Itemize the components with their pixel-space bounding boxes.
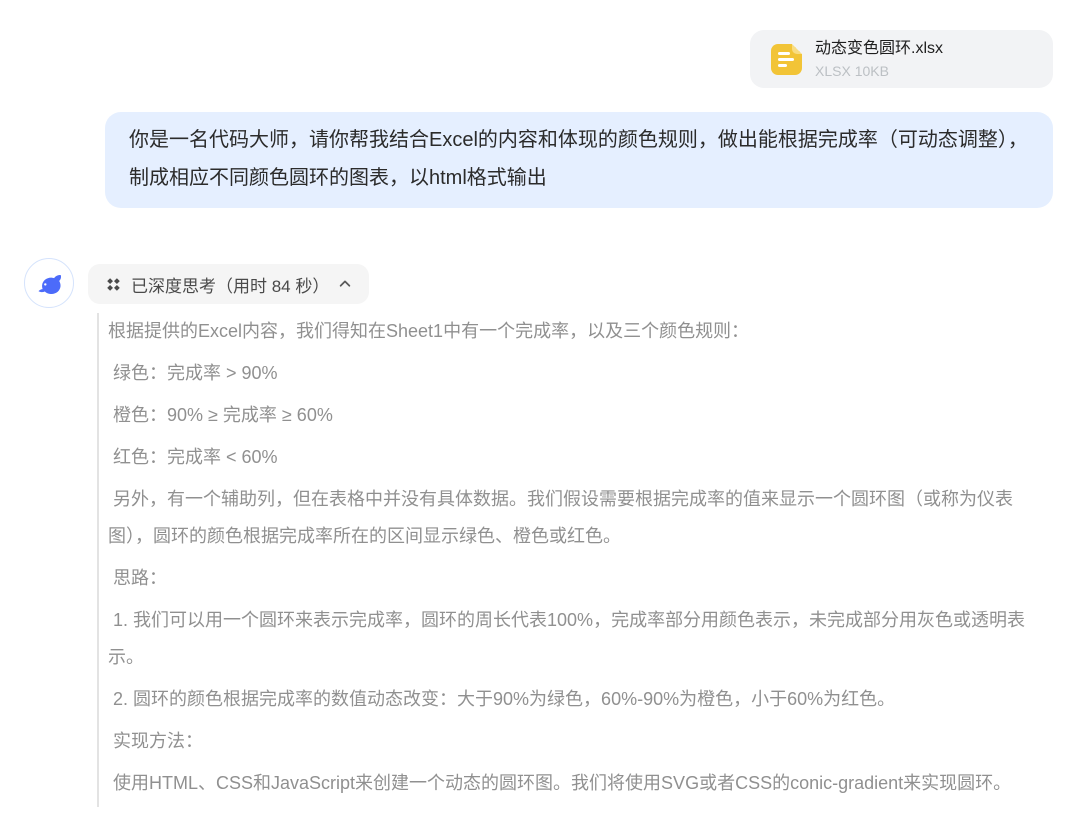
attachment-card[interactable]: 动态变色圆环.xlsx XLSX 10KB	[750, 30, 1053, 88]
user-message-text: 你是一名代码大师，请你帮我结合Excel的内容和体现的颜色规则，做出能根据完成率…	[129, 129, 1028, 189]
deep-think-label: 已深度思考（用时 84 秒）	[131, 272, 329, 297]
chevron-up-icon	[338, 277, 352, 291]
thinking-paragraph: 绿色：完成率 > 90%	[108, 355, 1028, 392]
thinking-paragraph: 使用HTML、CSS和JavaScript来创建一个动态的圆环图。我们将使用SV…	[108, 765, 1028, 802]
attachment-filename: 动态变色圆环.xlsx	[815, 39, 943, 59]
xlsx-file-icon	[771, 44, 802, 75]
attachment-info: 动态变色圆环.xlsx XLSX 10KB	[815, 39, 943, 80]
thinking-paragraph: 另外，有一个辅助列，但在表格中并没有具体数据。我们假设需要根据完成率的值来显示一…	[108, 481, 1028, 555]
user-message-bubble: 你是一名代码大师，请你帮我结合Excel的内容和体现的颜色规则，做出能根据完成率…	[105, 112, 1053, 208]
thinking-paragraph: 实现方法：	[108, 723, 1028, 760]
thinking-paragraph: 橙色：90% ≥ 完成率 ≥ 60%	[108, 397, 1028, 434]
folded-corner	[792, 44, 802, 54]
deep-think-toggle[interactable]: 已深度思考（用时 84 秒）	[88, 264, 369, 304]
attachment-meta: XLSX 10KB	[815, 62, 943, 80]
deepseek-whale-icon	[34, 268, 64, 298]
thinking-content: 根据提供的Excel内容，我们得知在Sheet1中有一个完成率，以及三个颜色规则…	[97, 313, 1028, 807]
chat-screen: 动态变色圆环.xlsx XLSX 10KB 你是一名代码大师，请你帮我结合Exc…	[0, 0, 1080, 824]
deepthink-icon	[105, 276, 122, 293]
thinking-paragraph: 根据提供的Excel内容，我们得知在Sheet1中有一个完成率，以及三个颜色规则…	[108, 313, 1028, 350]
thinking-paragraph: 1. 我们可以用一个圆环来表示完成率，圆环的周长代表100%，完成率部分用颜色表…	[108, 602, 1028, 676]
thinking-paragraph: 2. 圆环的颜色根据完成率的数值动态改变：大于90%为绿色，60%-90%为橙色…	[108, 681, 1028, 718]
thinking-paragraph: 红色：完成率 < 60%	[108, 439, 1028, 476]
assistant-avatar	[24, 258, 74, 308]
thinking-paragraph: 思路：	[108, 560, 1028, 597]
